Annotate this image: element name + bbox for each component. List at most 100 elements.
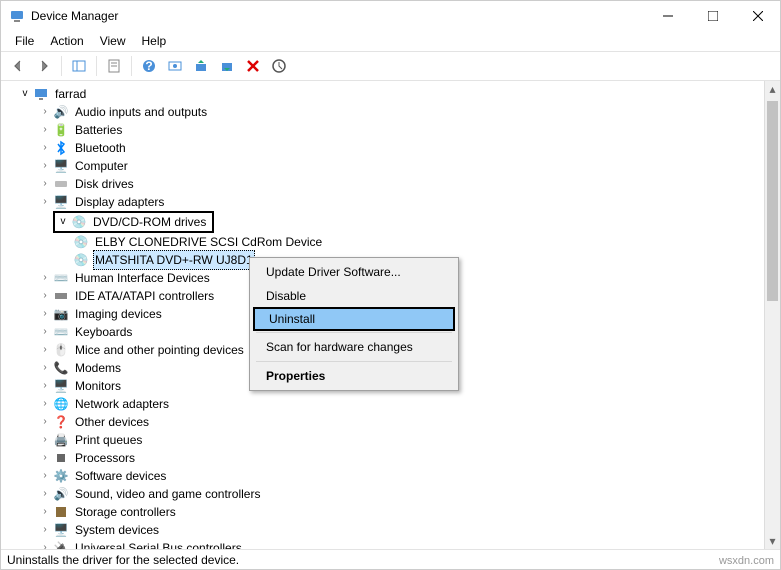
expand-icon[interactable]: v [17,85,33,103]
close-button[interactable] [735,2,780,30]
expand-icon[interactable]: › [37,485,53,503]
computer-icon [33,86,49,102]
expand-icon[interactable]: › [37,503,53,521]
tree-item-processors[interactable]: ›Processors [37,449,780,467]
tree-item-network[interactable]: ›🌐Network adapters [37,395,780,413]
context-menu: Update Driver Software... Disable Uninst… [249,257,459,391]
expand-icon[interactable]: › [37,269,53,287]
menu-view[interactable]: View [92,32,134,50]
titlebar: Device Manager [1,1,780,31]
properties-button[interactable] [103,55,125,77]
tree-item-usb[interactable]: ›🔌Universal Serial Bus controllers [37,539,780,549]
tree-item-batteries[interactable]: ›🔋Batteries [37,121,780,139]
expand-icon[interactable]: v [55,213,71,231]
scroll-down-arrow[interactable]: ▾ [765,533,780,549]
menu-file[interactable]: File [7,32,42,50]
expand-icon[interactable]: › [37,395,53,413]
keyboard-icon: ⌨️ [53,324,69,340]
audio-icon: 🔊 [53,104,69,120]
scroll-thumb[interactable] [767,101,778,301]
computer-icon: 🖥️ [53,158,69,174]
install-legacy-button[interactable] [216,55,238,77]
menu-action[interactable]: Action [42,32,91,50]
expand-icon[interactable]: › [37,193,53,211]
expand-icon[interactable]: › [37,413,53,431]
usb-icon: 🔌 [53,540,69,549]
display-icon: 🖥️ [53,194,69,210]
uninstall-button[interactable] [242,55,264,77]
toolbar: ? [1,51,780,81]
sound-icon: 🔊 [53,486,69,502]
battery-icon: 🔋 [53,122,69,138]
ctx-disable[interactable]: Disable [252,284,456,308]
tree-item-sound[interactable]: ›🔊Sound, video and game controllers [37,485,780,503]
disc-icon: 💿 [73,252,89,268]
expand-icon[interactable]: › [37,467,53,485]
system-icon: 🖥️ [53,522,69,538]
expand-icon[interactable]: › [37,287,53,305]
expand-icon[interactable]: › [37,139,53,157]
disc-icon: 💿 [71,214,87,230]
cpu-icon [53,450,69,466]
hid-icon: ⌨️ [53,270,69,286]
scan-button[interactable] [164,55,186,77]
window-title: Device Manager [31,9,645,23]
update-driver-button[interactable] [190,55,212,77]
expand-icon[interactable]: › [37,103,53,121]
tree-item-print[interactable]: ›🖨️Print queues [37,431,780,449]
expand-icon[interactable]: › [37,449,53,467]
tree-item-disk[interactable]: ›Disk drives [37,175,780,193]
storage-icon [53,504,69,520]
expand-icon[interactable]: › [37,323,53,341]
expand-icon[interactable]: › [37,341,53,359]
software-icon: ⚙️ [53,468,69,484]
bluetooth-icon [53,140,69,156]
printer-icon: 🖨️ [53,432,69,448]
forward-button[interactable] [33,55,55,77]
tree-item-audio[interactable]: ›🔊Audio inputs and outputs [37,103,780,121]
tree-item-system[interactable]: ›🖥️System devices [37,521,780,539]
app-icon [9,8,25,24]
expand-icon[interactable]: › [37,157,53,175]
svg-text:?: ? [145,59,152,73]
camera-icon: 📷 [53,306,69,322]
unknown-icon: ❓ [53,414,69,430]
network-icon: 🌐 [53,396,69,412]
tree-item-display[interactable]: ›🖥️Display adapters [37,193,780,211]
menu-separator [256,361,452,362]
disk-icon [53,176,69,192]
highlight-dvd-category: v💿DVD/CD-ROM drives [53,211,214,233]
expand-icon[interactable]: › [37,175,53,193]
expand-icon[interactable]: › [37,305,53,323]
menu-help[interactable]: Help [134,32,175,50]
back-button[interactable] [7,55,29,77]
tree-item-dvd[interactable]: v💿DVD/CD-ROM drives [55,213,208,231]
expand-icon[interactable]: › [37,377,53,395]
monitor-icon: 🖥️ [53,378,69,394]
tree-item-computer[interactable]: ›🖥️Computer [37,157,780,175]
expand-icon[interactable]: › [37,521,53,539]
maximize-button[interactable] [690,2,735,30]
ctx-update-driver[interactable]: Update Driver Software... [252,260,456,284]
ide-icon [53,288,69,304]
disc-icon: 💿 [73,234,89,250]
tree-item-dvd-elby[interactable]: ›💿ELBY CLONEDRIVE SCSI CdRom Device [57,233,780,251]
expand-icon[interactable]: › [37,121,53,139]
tree-item-bluetooth[interactable]: ›Bluetooth [37,139,780,157]
show-hide-tree-button[interactable] [68,55,90,77]
vertical-scrollbar[interactable]: ▴ ▾ [764,81,780,549]
expand-icon[interactable]: › [37,539,53,549]
disable-button[interactable] [268,55,290,77]
expand-icon[interactable]: › [37,431,53,449]
ctx-uninstall[interactable]: Uninstall [253,307,455,331]
ctx-scan[interactable]: Scan for hardware changes [252,335,456,359]
help-button[interactable]: ? [138,55,160,77]
tree-item-software[interactable]: ›⚙️Software devices [37,467,780,485]
ctx-properties[interactable]: Properties [252,364,456,388]
tree-item-storage[interactable]: ›Storage controllers [37,503,780,521]
expand-icon[interactable]: › [37,359,53,377]
scroll-up-arrow[interactable]: ▴ [765,81,780,97]
minimize-button[interactable] [645,2,690,30]
tree-item-other[interactable]: ›❓Other devices [37,413,780,431]
tree-root[interactable]: v farrad [17,85,780,103]
